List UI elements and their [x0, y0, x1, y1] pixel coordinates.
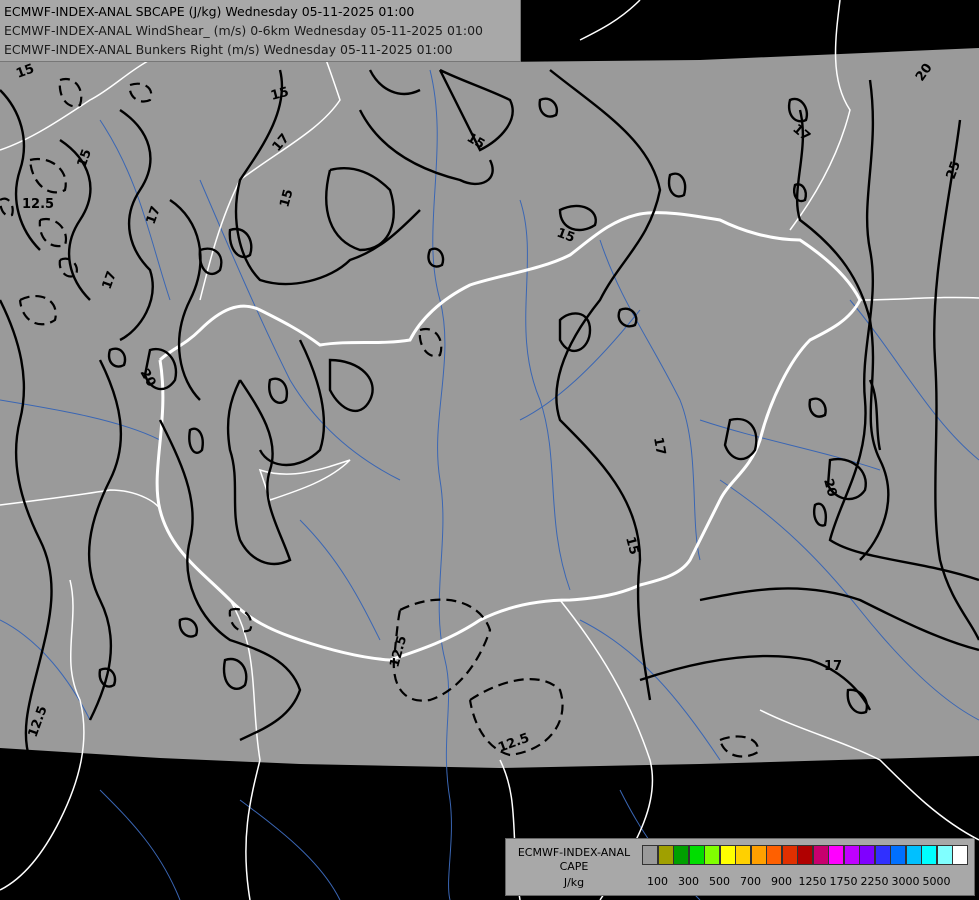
legend-swatch — [828, 845, 844, 865]
legend-tick-label: 1250 — [798, 875, 827, 888]
legend-swatch — [781, 845, 798, 865]
legend-tick-label: 300 — [678, 875, 699, 888]
contour-label: 17 — [824, 659, 842, 674]
legend-swatch — [719, 845, 736, 865]
legend-swatch — [688, 845, 705, 865]
header-cape-line: ECMWF-INDEX-ANAL SBCAPE (J/kg) Wednesday… — [4, 4, 415, 19]
legend-tick-label: 100 — [647, 875, 668, 888]
legend-swatch — [673, 845, 689, 865]
contour-label: 17 — [650, 436, 668, 456]
legend-model-name: ECMWF-INDEX-ANAL — [517, 846, 631, 859]
map-header: ECMWF-INDEX-ANAL SBCAPE (J/kg) Wednesday… — [0, 0, 521, 62]
legend-tick-label: 3000 — [891, 875, 920, 888]
weather-map: 15 15 15 15 15 15 15 17 17 17 17 17 17 2… — [0, 0, 979, 900]
header-windshear-line: ECMWF-INDEX-ANAL WindShear_ (m/s) 0-6km … — [4, 23, 483, 38]
legend-tick-label: 2250 — [860, 875, 889, 888]
legend-swatch — [766, 845, 782, 865]
legend-swatch — [812, 845, 829, 865]
legend-tick-label: 5000 — [922, 875, 951, 888]
cape-legend: ECMWF-INDEX-ANAL CAPE J/kg 100 300 500 700 9… — [505, 838, 975, 896]
legend-tick-label: 700 — [740, 875, 761, 888]
legend-swatch — [735, 845, 751, 865]
legend-swatch — [704, 845, 720, 865]
legend-swatch — [890, 845, 906, 865]
legend-units: J/kg — [563, 876, 585, 889]
legend-swatch — [874, 845, 891, 865]
legend-swatch — [642, 845, 658, 865]
legend-swatch — [936, 845, 953, 865]
contour-label: 12.5 — [22, 197, 54, 212]
legend-tick-label: 1750 — [829, 875, 858, 888]
legend-swatch — [750, 845, 767, 865]
legend-tick-label: 500 — [709, 875, 730, 888]
legend-swatch — [859, 845, 875, 865]
legend-swatch — [657, 845, 674, 865]
legend-swatch — [952, 845, 968, 865]
legend-swatch — [905, 845, 922, 865]
legend-swatch — [797, 845, 813, 865]
legend-tick-label: 900 — [771, 875, 792, 888]
legend-swatch — [843, 845, 860, 865]
legend-field-name: CAPE — [559, 860, 589, 873]
legend-swatch — [921, 845, 937, 865]
header-bunkers-line: ECMWF-INDEX-ANAL Bunkers Right (m/s) Wed… — [4, 42, 453, 57]
